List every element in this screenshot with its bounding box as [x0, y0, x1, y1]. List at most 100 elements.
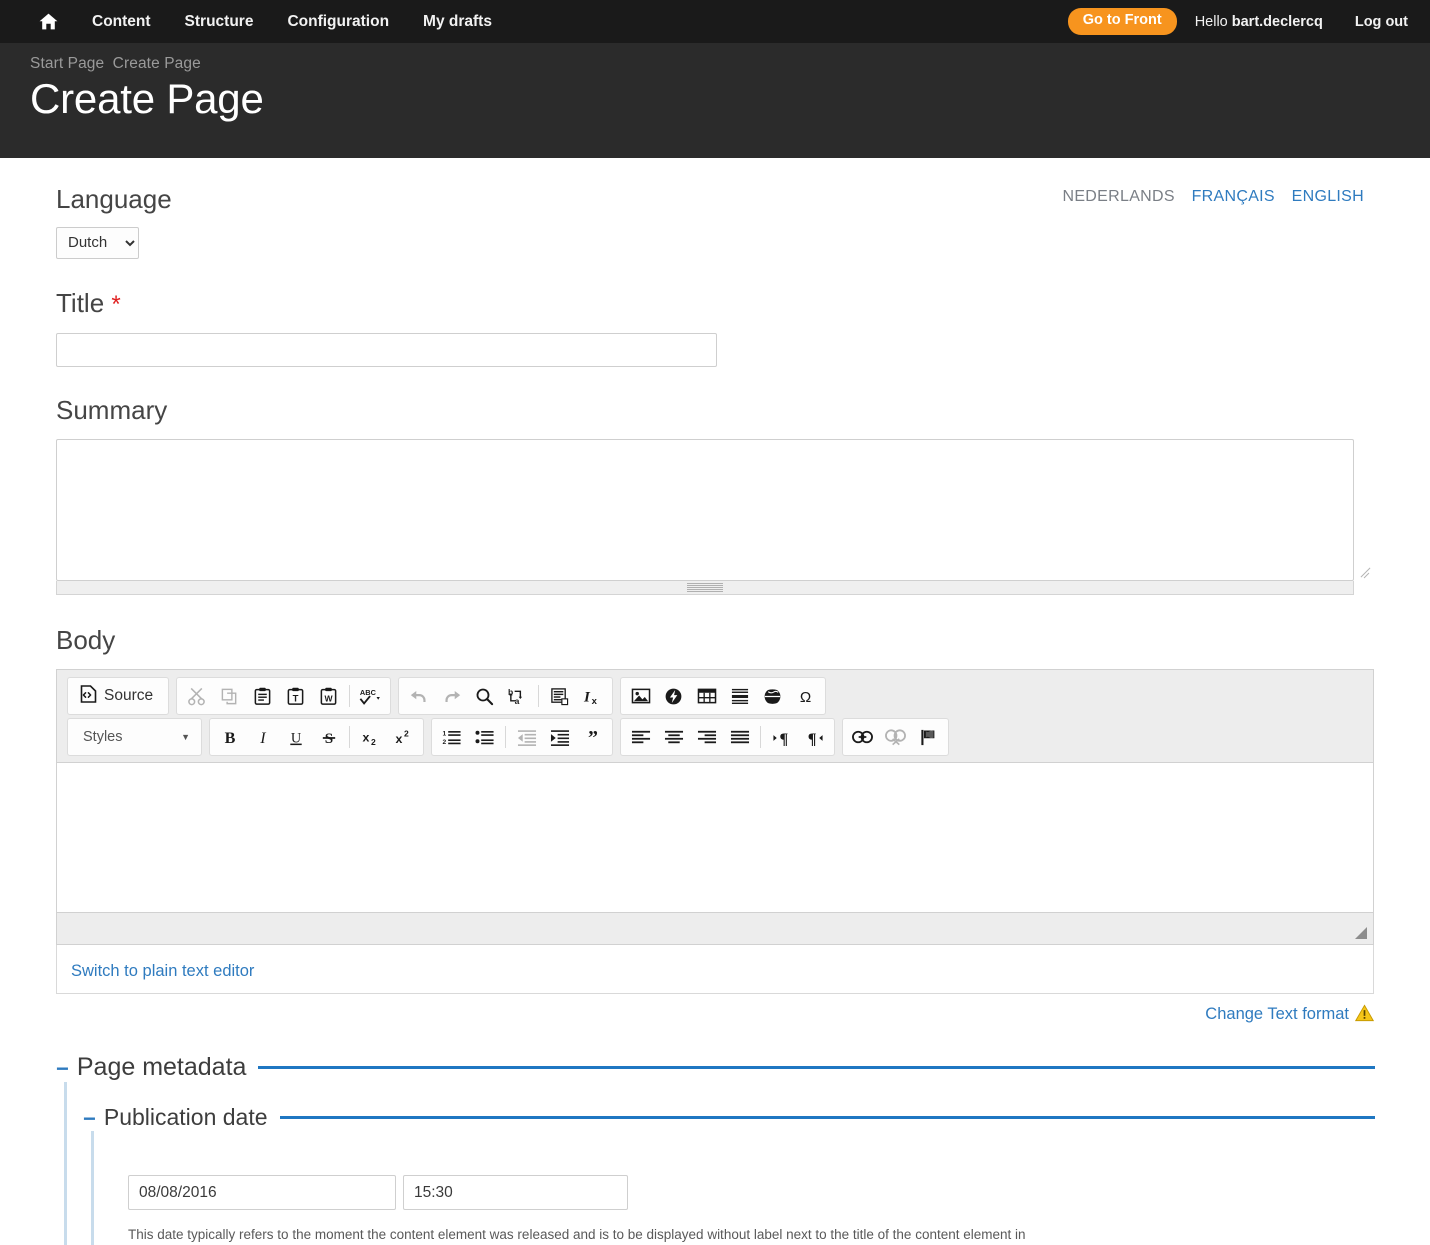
replace-icon[interactable]: b a — [501, 680, 534, 712]
toolbar-group-links — [842, 718, 949, 757]
styles-dropdown[interactable]: Styles ▼ — [71, 721, 198, 753]
warning-triangle-icon — [1354, 1004, 1375, 1027]
strikethrough-icon[interactable]: S — [312, 721, 345, 753]
outdent-icon[interactable] — [510, 721, 543, 753]
editor-resize-grip-icon[interactable] — [1355, 927, 1367, 940]
editor-status-bar — [57, 912, 1373, 945]
remove-format-icon[interactable]: I x — [576, 680, 609, 712]
iframe-icon[interactable] — [756, 680, 789, 712]
ltr-icon[interactable]: ¶ — [765, 721, 798, 753]
change-text-format-link[interactable]: Change Text format — [1205, 1004, 1375, 1024]
logout-link[interactable]: Log out — [1337, 14, 1414, 30]
fieldset-publication-date: − Publication date This date typically r… — [83, 1104, 1375, 1245]
summary-textarea[interactable] — [56, 439, 1354, 582]
nav-item-content[interactable]: Content — [75, 0, 168, 43]
switch-to-plain-text-editor-link[interactable]: Switch to plain text editor — [71, 962, 254, 980]
summary-drag-handle[interactable] — [56, 581, 1354, 596]
language-link-english[interactable]: ENGLISH — [1286, 188, 1370, 205]
summary-wrap — [56, 439, 1375, 582]
publication-date-title: Publication date — [103, 1104, 268, 1131]
breadcrumb: Start Page Create Page — [30, 55, 1430, 73]
align-center-icon[interactable] — [657, 721, 690, 753]
svg-text:x: x — [362, 730, 369, 744]
image-icon[interactable] — [624, 680, 657, 712]
page-title: Create Page — [30, 75, 264, 122]
field-summary: Summary — [56, 367, 1375, 596]
find-icon[interactable] — [468, 680, 501, 712]
svg-text:Ω: Ω — [800, 689, 811, 706]
link-icon[interactable] — [846, 721, 879, 753]
toolbar-group-clipboard: T W ABC — [176, 677, 392, 716]
svg-text:¶: ¶ — [808, 731, 817, 747]
paste-from-word-icon[interactable]: W — [312, 680, 345, 712]
source-code-icon — [80, 685, 97, 708]
toolbar-group-align: ¶ ¶ — [620, 718, 835, 757]
language-link-nederlands[interactable]: NEDERLANDS — [1056, 188, 1180, 205]
numbered-list-icon[interactable]: 1 2 — [435, 721, 468, 753]
flash-media-icon[interactable] — [657, 680, 690, 712]
home-link[interactable] — [22, 13, 75, 30]
nav-item-my-drafts[interactable]: My drafts — [406, 0, 509, 43]
justify-icon[interactable] — [723, 721, 756, 753]
cut-icon[interactable] — [180, 680, 213, 712]
change-text-format-label: Change Text format — [1205, 1005, 1349, 1024]
blockquote-icon[interactable]: ” — [576, 721, 609, 753]
admin-user-area: Go to Front Hello bart.declercq Log out — [1067, 8, 1414, 35]
publication-time-input[interactable] — [403, 1175, 628, 1211]
table-icon[interactable] — [690, 680, 723, 712]
italic-icon[interactable]: I — [246, 721, 279, 753]
superscript-icon[interactable]: x2 — [387, 721, 420, 753]
copy-icon[interactable] — [213, 680, 246, 712]
collapse-toggle-icon[interactable]: − — [56, 1057, 77, 1080]
breadcrumb-item-create-page: Create Page — [112, 55, 201, 72]
toolbar-separator — [349, 726, 350, 749]
publication-date-input[interactable] — [128, 1175, 396, 1211]
toolbar-group-editing: b a I x — [398, 677, 614, 716]
page-metadata-legend[interactable]: − Page metadata — [56, 1053, 1375, 1082]
spell-check-icon[interactable]: ABC — [354, 680, 387, 712]
svg-text:¶: ¶ — [780, 731, 789, 747]
legend-rule — [258, 1066, 1375, 1070]
admin-nav: Content Structure Configuration My draft… — [22, 0, 509, 43]
collapse-toggle-icon[interactable]: − — [83, 1107, 104, 1130]
language-switcher: NEDERLANDS FRANÇAIS ENGLISH — [1056, 188, 1370, 206]
breadcrumb-item-start-page[interactable]: Start Page — [30, 55, 104, 72]
toolbar-separator — [760, 726, 761, 749]
indent-icon[interactable] — [543, 721, 576, 753]
subscript-icon[interactable]: x2 — [354, 721, 387, 753]
toolbar-separator — [349, 685, 351, 708]
nav-item-configuration[interactable]: Configuration — [270, 0, 406, 43]
source-button[interactable]: Source — [71, 680, 165, 712]
language-link-francais[interactable]: FRANÇAIS — [1186, 188, 1281, 205]
main-content: NEDERLANDS FRANÇAIS ENGLISH Language Dut… — [0, 158, 1430, 1245]
anchor-icon[interactable] — [912, 721, 945, 753]
textarea-resize-grip-icon[interactable] — [1359, 564, 1371, 576]
bold-icon[interactable]: B — [213, 721, 246, 753]
align-left-icon[interactable] — [624, 721, 657, 753]
redo-icon[interactable] — [435, 680, 468, 712]
go-to-front-button[interactable]: Go to Front — [1067, 8, 1177, 35]
paste-icon[interactable] — [246, 680, 279, 712]
editor-content-area[interactable] — [57, 763, 1373, 913]
publication-date-fields — [110, 1175, 1375, 1211]
rtl-icon[interactable]: ¶ — [798, 721, 831, 753]
svg-text:T: T — [293, 693, 299, 704]
paste-as-text-icon[interactable]: T — [279, 680, 312, 712]
nav-item-structure[interactable]: Structure — [168, 0, 271, 43]
toolbar-separator — [505, 726, 506, 749]
underline-icon[interactable]: U — [279, 721, 312, 753]
special-char-icon[interactable]: Ω — [789, 680, 822, 712]
language-select[interactable]: Dutch French English — [56, 227, 139, 260]
publication-date-legend[interactable]: − Publication date — [83, 1104, 1375, 1131]
chevron-down-icon: ▼ — [181, 732, 190, 743]
align-right-icon[interactable] — [690, 721, 723, 753]
svg-text:2: 2 — [371, 737, 376, 747]
fieldset-page-metadata: − Page metadata − Publication date This … — [56, 1053, 1375, 1245]
unlink-icon[interactable] — [879, 721, 912, 753]
horizontal-rule-icon[interactable] — [723, 680, 756, 712]
legend-rule — [279, 1116, 1375, 1120]
bulleted-list-icon[interactable] — [468, 721, 501, 753]
undo-icon[interactable] — [402, 680, 435, 712]
title-input[interactable] — [56, 332, 717, 367]
select-all-icon[interactable] — [543, 680, 576, 712]
